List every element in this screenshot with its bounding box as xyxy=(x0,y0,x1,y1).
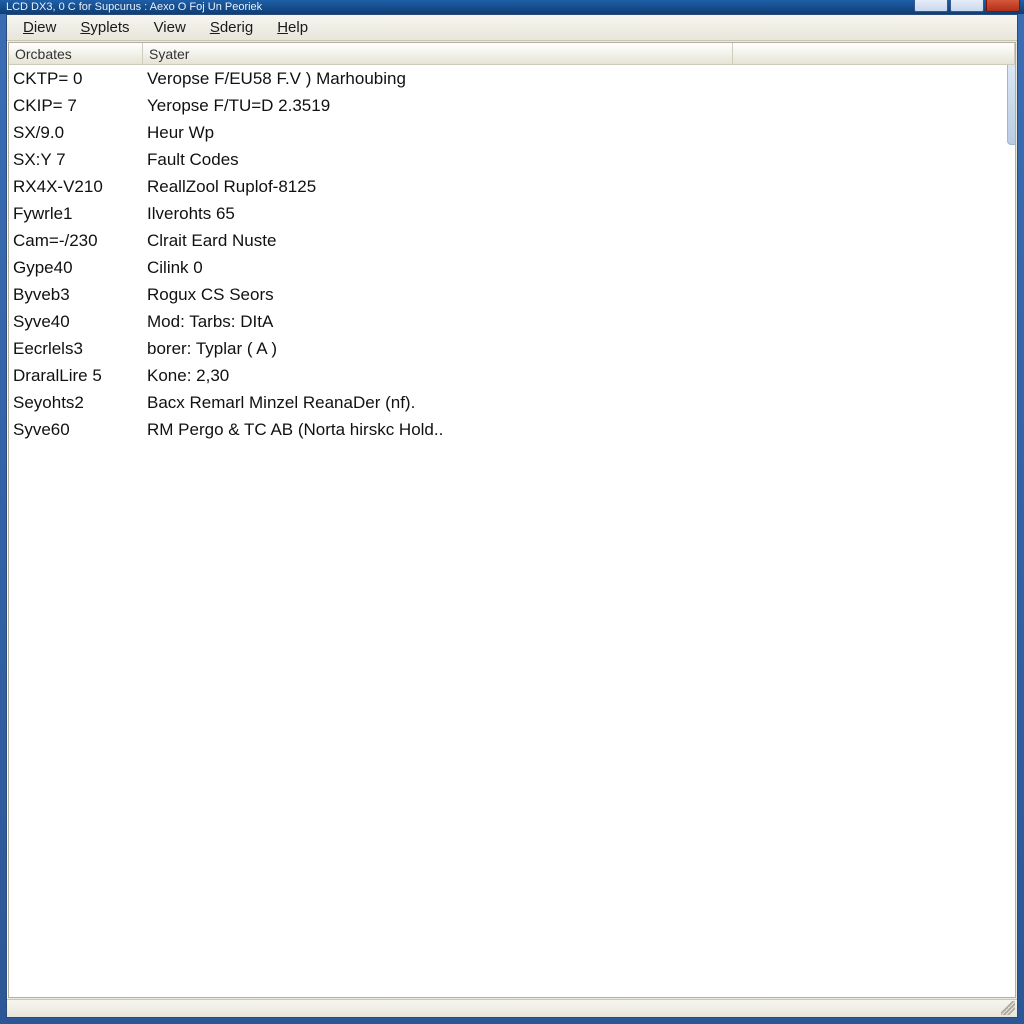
column-header-orcbates[interactable]: Orcbates xyxy=(9,43,143,64)
cell-syater: Yeropse F/TU=D 2.3519 xyxy=(143,96,1003,116)
cell-orcbates: RX4X-V210 xyxy=(9,177,143,197)
resize-grip-icon[interactable] xyxy=(1001,1001,1015,1015)
table-row[interactable]: CKTP= 0Veropse F/EU58 F.V ) Marhoubing xyxy=(9,65,1015,92)
cell-orcbates: Eecrlels3 xyxy=(9,339,143,359)
cell-syater: Cilink 0 xyxy=(143,258,1003,278)
cell-orcbates: Syve60 xyxy=(9,420,143,440)
statusbar xyxy=(7,999,1017,1017)
cell-syater: RM Pergo & TC AB (Norta hirskc Hold.. xyxy=(143,420,1003,440)
cell-syater: Clrait Eard Nuste xyxy=(143,231,1003,251)
column-header-syater[interactable]: Syater xyxy=(143,43,733,64)
cell-orcbates: Syve40 xyxy=(9,312,143,332)
table-row[interactable]: Byveb3Rogux CS Seors xyxy=(9,281,1015,308)
cell-orcbates: SX/9.0 xyxy=(9,123,143,143)
table-row[interactable]: SX:Y 7Fault Codes xyxy=(9,146,1015,173)
cell-orcbates: CKTP= 0 xyxy=(9,69,143,89)
close-button[interactable] xyxy=(986,0,1020,12)
listview-header: Orcbates Syater xyxy=(9,43,1015,65)
table-row[interactable]: Cam=-/230Clrait Eard Nuste xyxy=(9,227,1015,254)
cell-syater: ReallZool Ruplof-8125 xyxy=(143,177,1003,197)
table-row[interactable]: DraralLire 5Kone: 2,30 xyxy=(9,362,1015,389)
table-row[interactable]: SX/9.0Heur Wp xyxy=(9,119,1015,146)
cell-orcbates: Seyohts2 xyxy=(9,393,143,413)
table-row[interactable]: Syve60RM Pergo & TC AB (Norta hirskc Hol… xyxy=(9,416,1015,443)
table-row[interactable]: CKIP= 7Yeropse F/TU=D 2.3519 xyxy=(9,92,1015,119)
table-row[interactable]: Syve40Mod: Tarbs: DItA xyxy=(9,308,1015,335)
app-window: LCD DX3, 0 C for Supcurus : Aexo O Foj U… xyxy=(0,0,1024,1024)
caption-button-group xyxy=(914,0,1020,12)
cell-orcbates: Cam=-/230 xyxy=(9,231,143,251)
maximize-button[interactable] xyxy=(950,0,984,12)
listview-body[interactable]: CKTP= 0Veropse F/EU58 F.V ) MarhoubingCK… xyxy=(9,65,1015,997)
vertical-scrollbar[interactable] xyxy=(1007,65,1015,145)
cell-syater: Bacx Remarl Minzel ReanaDer (nf). xyxy=(143,393,1003,413)
menu-view[interactable]: View xyxy=(142,17,198,38)
cell-orcbates: Fywrle1 xyxy=(9,204,143,224)
minimize-button[interactable] xyxy=(914,0,948,12)
client-area: Diew Syplets View Sderig Help Orcbates S… xyxy=(6,14,1018,1018)
table-row[interactable]: Eecrlels3borer: Typlar ( A ) xyxy=(9,335,1015,362)
listview: Orcbates Syater CKTP= 0Veropse F/EU58 F.… xyxy=(8,42,1016,998)
menu-help[interactable]: Help xyxy=(265,17,320,38)
cell-orcbates: SX:Y 7 xyxy=(9,150,143,170)
cell-syater: Kone: 2,30 xyxy=(143,366,1003,386)
titlebar-text: LCD DX3, 0 C for Supcurus : Aexo O Foj U… xyxy=(6,0,262,14)
table-row[interactable]: Fywrle1Ilverohts 65 xyxy=(9,200,1015,227)
cell-syater: Fault Codes xyxy=(143,150,1003,170)
cell-orcbates: CKIP= 7 xyxy=(9,96,143,116)
cell-syater: Heur Wp xyxy=(143,123,1003,143)
table-row[interactable]: Gype40Cilink 0 xyxy=(9,254,1015,281)
cell-syater: Mod: Tarbs: DItA xyxy=(143,312,1003,332)
cell-orcbates: Gype40 xyxy=(9,258,143,278)
cell-orcbates: Byveb3 xyxy=(9,285,143,305)
cell-syater: Veropse F/EU58 F.V ) Marhoubing xyxy=(143,69,1003,89)
table-row[interactable]: Seyohts2Bacx Remarl Minzel ReanaDer (nf)… xyxy=(9,389,1015,416)
cell-syater: borer: Typlar ( A ) xyxy=(143,339,1003,359)
cell-orcbates: DraralLire 5 xyxy=(9,366,143,386)
menu-sderig[interactable]: Sderig xyxy=(198,17,265,38)
table-row[interactable]: RX4X-V210ReallZool Ruplof-8125 xyxy=(9,173,1015,200)
titlebar[interactable]: LCD DX3, 0 C for Supcurus : Aexo O Foj U… xyxy=(0,0,1024,14)
menu-syplets[interactable]: Syplets xyxy=(68,17,141,38)
column-header-empty[interactable] xyxy=(733,43,1015,64)
cell-syater: Rogux CS Seors xyxy=(143,285,1003,305)
menu-diew[interactable]: Diew xyxy=(11,17,68,38)
menubar: Diew Syplets View Sderig Help xyxy=(7,15,1017,41)
cell-syater: Ilverohts 65 xyxy=(143,204,1003,224)
